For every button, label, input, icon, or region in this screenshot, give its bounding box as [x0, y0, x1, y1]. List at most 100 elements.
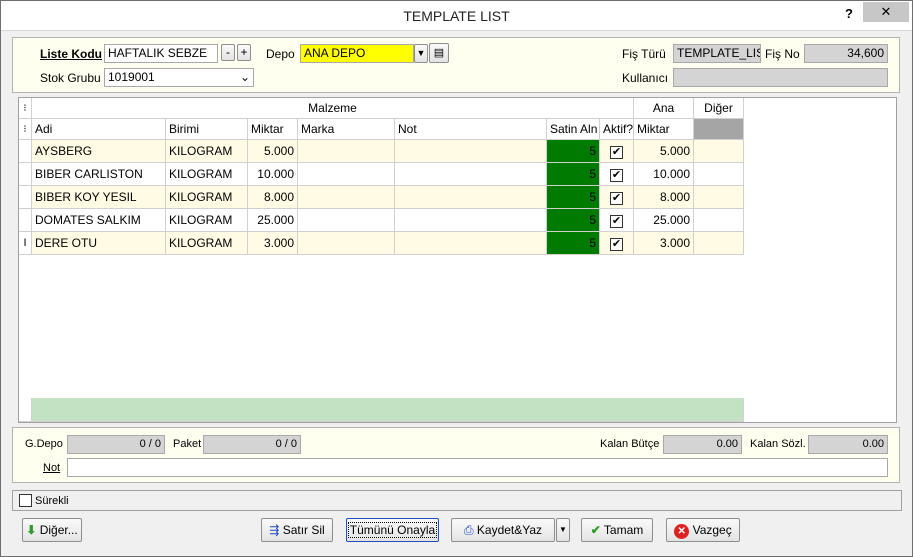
- cell-diger[interactable]: [694, 232, 744, 255]
- cell-aktif[interactable]: ✔: [600, 209, 634, 232]
- not-input[interactable]: [67, 458, 888, 477]
- lookup-icon: ▤: [433, 47, 445, 59]
- cell-ana-miktar[interactable]: 3.000: [634, 232, 694, 255]
- cell-ana-miktar[interactable]: 8.000: [634, 186, 694, 209]
- stok-grubu-select[interactable]: 1019001 ⌄: [104, 68, 254, 87]
- column-header-satin-aln[interactable]: Satin Aln: [547, 119, 600, 140]
- liste-kodu-plus-button[interactable]: +: [237, 44, 251, 61]
- cell-ana-miktar[interactable]: 25.000: [634, 209, 694, 232]
- kullanici-input[interactable]: [673, 68, 888, 87]
- aktif-checkbox[interactable]: ✔: [610, 215, 623, 228]
- cell-birimi[interactable]: KILOGRAM: [166, 209, 248, 232]
- kalan-sozl-value[interactable]: 0.00: [808, 435, 888, 454]
- gdepo-value[interactable]: 0 / 0: [67, 435, 165, 454]
- cell-ana-miktar[interactable]: 10.000: [634, 163, 694, 186]
- malzeme-group-header: Malzeme: [32, 98, 634, 119]
- row-indicator[interactable]: [19, 186, 32, 209]
- cell-miktar[interactable]: 10.000: [248, 163, 298, 186]
- cell-satin-aln[interactable]: 5: [547, 232, 600, 255]
- cell-marka[interactable]: [298, 232, 395, 255]
- paket-value[interactable]: 0 / 0: [203, 435, 301, 454]
- column-header-ana-miktar[interactable]: Miktar: [634, 119, 694, 140]
- column-header-aktif[interactable]: Aktif?: [600, 119, 634, 140]
- cell-diger[interactable]: [694, 186, 744, 209]
- help-icon[interactable]: ?: [839, 6, 859, 22]
- cell-miktar[interactable]: 5.000: [248, 140, 298, 163]
- fis-turu-input[interactable]: TEMPLATE_LIS: [673, 44, 761, 63]
- cell-ana-miktar[interactable]: 5.000: [634, 140, 694, 163]
- cell-not[interactable]: [395, 140, 547, 163]
- row-indicator[interactable]: [19, 140, 32, 163]
- close-button[interactable]: ✕: [863, 2, 909, 22]
- kaydet-yaz-button[interactable]: ⎙ Kaydet&Yaz: [451, 518, 555, 542]
- cell-adi[interactable]: DERE OTU: [32, 232, 166, 255]
- surekli-checkbox[interactable]: [19, 494, 32, 507]
- cell-marka[interactable]: [298, 163, 395, 186]
- liste-kodu-input[interactable]: HAFTALIK SEBZE: [104, 44, 218, 63]
- ana-group-header: Ana: [634, 98, 694, 119]
- cell-diger[interactable]: [694, 209, 744, 232]
- kaydet-yaz-dropdown[interactable]: ▼: [556, 518, 570, 542]
- vazgec-label: Vazgeç: [692, 523, 732, 537]
- cell-adi[interactable]: AYSBERG: [32, 140, 166, 163]
- column-header-birimi[interactable]: Birimi: [166, 119, 248, 140]
- cell-diger[interactable]: [694, 140, 744, 163]
- diger-button-label: Diğer...: [39, 523, 78, 537]
- cell-adi[interactable]: BIBER CARLISTON: [32, 163, 166, 186]
- cell-marka[interactable]: [298, 140, 395, 163]
- cell-not[interactable]: [395, 186, 547, 209]
- satir-sil-button[interactable]: ⇶ Satır Sil: [261, 518, 333, 542]
- column-header-adi[interactable]: Adi: [32, 119, 166, 140]
- cell-not[interactable]: [395, 163, 547, 186]
- kullanici-label: Kullanıcı: [622, 71, 669, 85]
- kalan-sozl-label: Kalan Sözl.: [750, 438, 806, 450]
- column-chooser-icon[interactable]: ⁝: [19, 98, 32, 119]
- depo-dropdown-button[interactable]: ▼: [414, 44, 428, 63]
- vazgec-button[interactable]: ✕ Vazgeç: [666, 518, 740, 542]
- aktif-checkbox[interactable]: ✔: [610, 146, 623, 159]
- fis-no-input[interactable]: 34,600: [804, 44, 888, 63]
- cell-birimi[interactable]: KILOGRAM: [166, 186, 248, 209]
- aktif-checkbox[interactable]: ✔: [610, 169, 623, 182]
- cell-not[interactable]: [395, 232, 547, 255]
- row-indicator[interactable]: I: [19, 232, 32, 255]
- cell-miktar[interactable]: 8.000: [248, 186, 298, 209]
- cell-aktif[interactable]: ✔: [600, 232, 634, 255]
- footer-panel: G.Depo 0 / 0 Paket 0 / 0 Kalan Bütçe 0.0…: [12, 427, 900, 483]
- depo-input[interactable]: ANA DEPO: [300, 44, 414, 63]
- column-header-marka[interactable]: Marka: [298, 119, 395, 140]
- liste-kodu-minus-button[interactable]: -: [221, 44, 235, 61]
- cell-miktar[interactable]: 25.000: [248, 209, 298, 232]
- kalan-butce-value[interactable]: 0.00: [663, 435, 742, 454]
- cell-satin-aln[interactable]: 5: [547, 140, 600, 163]
- cell-marka[interactable]: [298, 186, 395, 209]
- cell-birimi[interactable]: KILOGRAM: [166, 140, 248, 163]
- column-header-not[interactable]: Not: [395, 119, 547, 140]
- cell-satin-aln[interactable]: 5: [547, 163, 600, 186]
- cell-adi[interactable]: BIBER KOY YESIL: [32, 186, 166, 209]
- delete-row-icon: ⇶: [269, 523, 280, 537]
- diger-button[interactable]: ⬇ Diğer...: [22, 518, 82, 542]
- row-indicator[interactable]: [19, 163, 32, 186]
- cell-marka[interactable]: [298, 209, 395, 232]
- column-header-miktar[interactable]: Miktar: [248, 119, 298, 140]
- cell-aktif[interactable]: ✔: [600, 186, 634, 209]
- cell-birimi[interactable]: KILOGRAM: [166, 232, 248, 255]
- cell-diger[interactable]: [694, 163, 744, 186]
- cell-miktar[interactable]: 3.000: [248, 232, 298, 255]
- aktif-checkbox[interactable]: ✔: [610, 238, 623, 251]
- row-indicator[interactable]: [19, 209, 32, 232]
- cell-birimi[interactable]: KILOGRAM: [166, 163, 248, 186]
- cell-satin-aln[interactable]: 5: [547, 209, 600, 232]
- depo-lookup-button[interactable]: ▤: [429, 43, 449, 63]
- aktif-checkbox[interactable]: ✔: [610, 192, 623, 205]
- cell-satin-aln[interactable]: 5: [547, 186, 600, 209]
- tamam-button[interactable]: ✔ Tamam: [581, 518, 653, 542]
- cell-aktif[interactable]: ✔: [600, 140, 634, 163]
- cell-aktif[interactable]: ✔: [600, 163, 634, 186]
- tumunu-onayla-button[interactable]: Tümünü Onayla: [346, 518, 439, 542]
- diger-header-cell: [694, 119, 744, 140]
- cell-adi[interactable]: DOMATES SALKIM: [32, 209, 166, 232]
- cell-not[interactable]: [395, 209, 547, 232]
- chevron-down-icon: ▼: [559, 525, 567, 534]
